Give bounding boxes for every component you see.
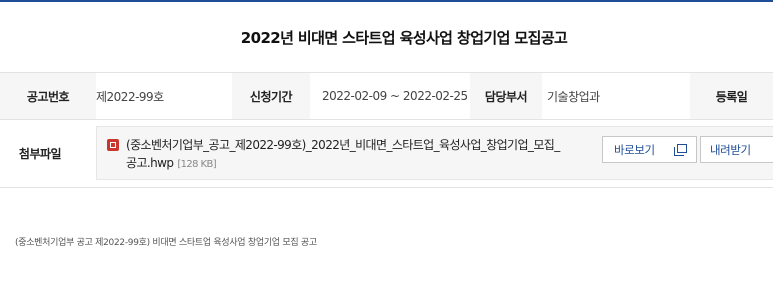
department-label: 담당부서 [470,73,542,119]
attachment-box: (중소벤처기업부_공고_제2022-99호)_2022년_비대면_스타트업_육성… [96,126,773,180]
notice-title: 2022년 비대면 스타트업 육성사업 창업기업 모집공고 [240,28,568,47]
registration-date-label: 등록일 [690,73,773,119]
application-period-value: 2022-02-09 ~ 2022-02-25 [322,89,468,103]
notice-info-row: 공고번호 제2022-99호 신청기간 2022-02-09 ~ 2022-02… [0,73,773,120]
notice-title-row: 2022년 비대면 스타트업 육성사업 창업기업 모집공고 [0,2,773,73]
download-button[interactable]: 내려받기 › [700,136,773,163]
attachment-label: 첨부파일 [18,147,62,161]
notice-body-text: (중소벤처기업부 공고 제2022-99호) 비대면 스타트업 육성사업 창업기… [15,238,317,248]
hwp-file-icon [107,139,119,151]
attachment-file-link[interactable]: (중소벤처기업부_공고_제2022-99호)_2022년_비대면_스타트업_육성… [126,136,571,174]
view-button[interactable]: 바로보기 [602,136,697,163]
file-size: [128 KB] [177,159,217,170]
notice-number-label: 공고번호 [0,73,96,119]
application-period-label: 신청기간 [232,73,310,119]
notice-number-value: 제2022-99호 [96,89,164,104]
download-button-label: 내려받기 [710,142,751,157]
file-name-line1: (중소벤처기업부_공고_제2022-99호)_2022년_비대면_스타트업_육성… [126,138,560,152]
attachment-row: 첨부파일 (중소벤처기업부_공고_제2022-99호)_2022년_비대면_스타… [0,120,773,188]
department-value: 기술창업과 [547,89,600,104]
file-name-line2: 공고.hwp [126,156,174,170]
view-button-label: 바로보기 [614,142,655,157]
copy-window-icon [674,144,687,156]
